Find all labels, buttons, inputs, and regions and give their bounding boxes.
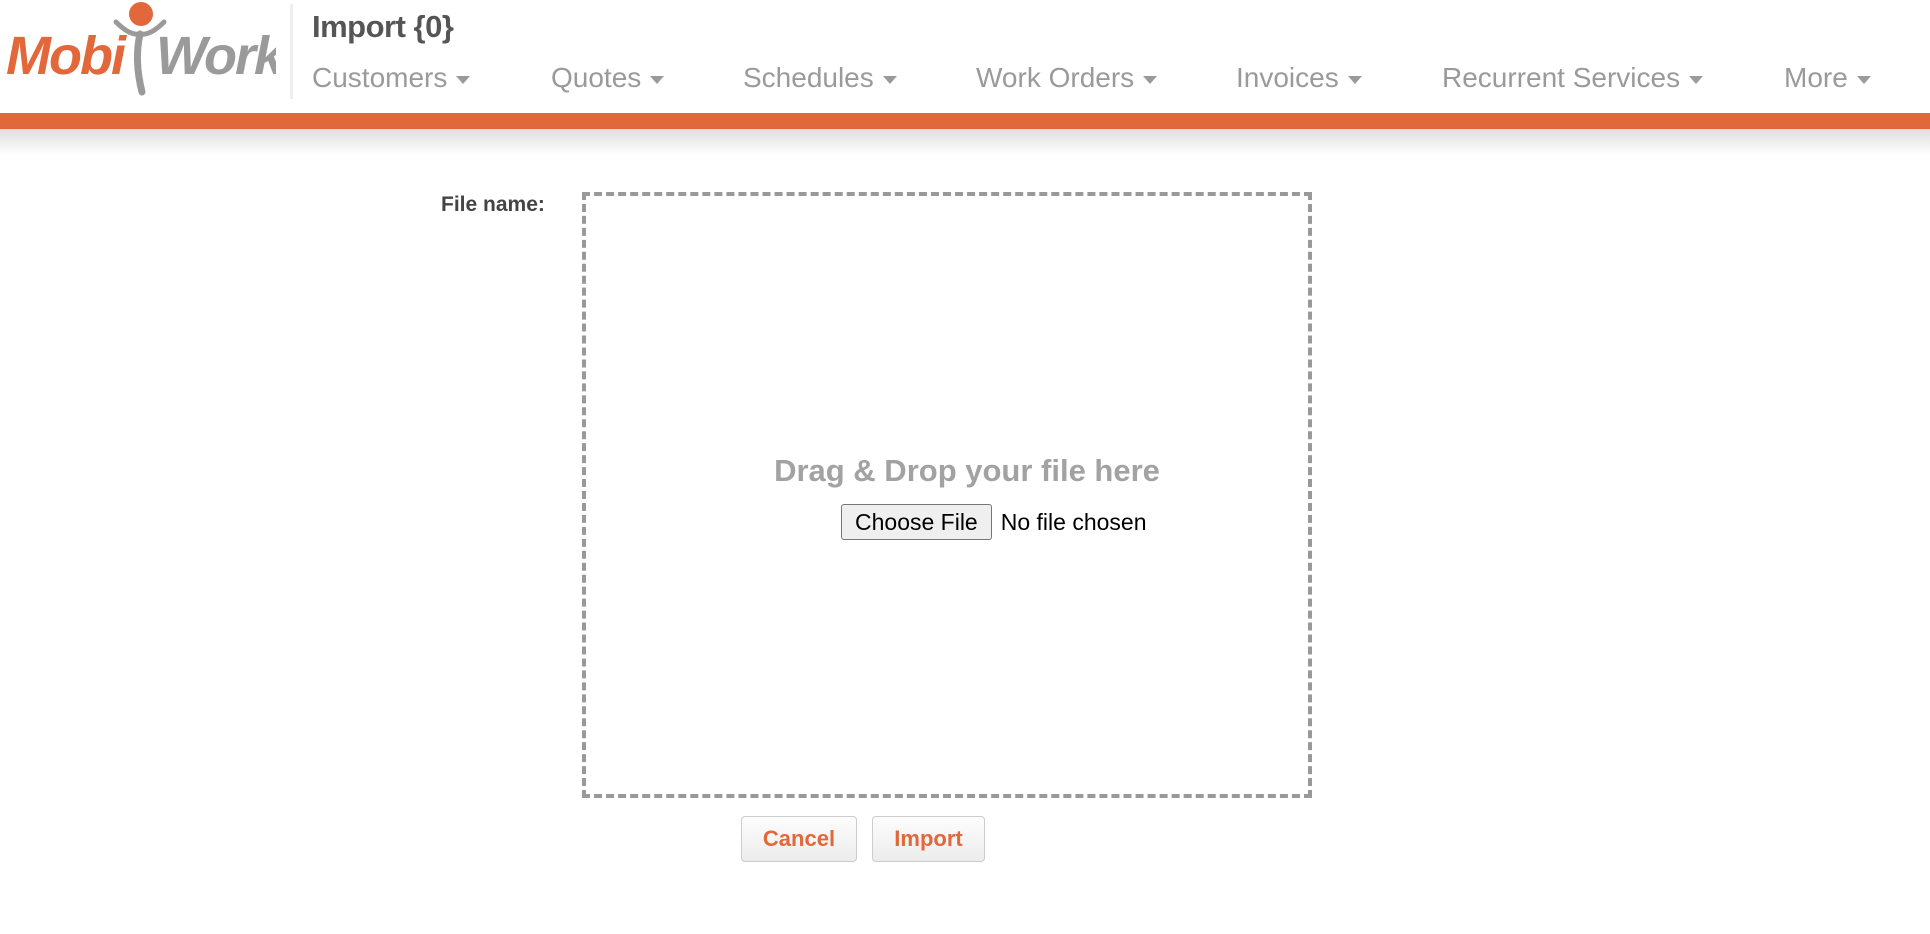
nav-item-label: More <box>1784 62 1848 93</box>
page-title: Import {0} <box>312 9 454 44</box>
caret-down-icon <box>1689 76 1704 84</box>
nav-item-schedules[interactable]: Schedules <box>743 62 897 94</box>
caret-down-icon <box>1856 76 1871 84</box>
file-dropzone[interactable]: Drag & Drop your file here Choose File N… <box>582 192 1312 798</box>
dropzone-hint: Drag & Drop your file here <box>774 453 1160 488</box>
caret-down-icon <box>1143 76 1158 84</box>
nav-item-invoices[interactable]: Invoices <box>1236 62 1362 94</box>
file-input[interactable]: Choose File No file chosen <box>841 504 1146 540</box>
nav-item-label: Work Orders <box>976 62 1135 93</box>
app-header: Mobi Work Import {0} Customers Quotes Sc… <box>0 0 1930 113</box>
nav-item-label: Customers <box>312 62 448 93</box>
header-divider <box>290 4 293 99</box>
nav-item-label: Quotes <box>551 62 642 93</box>
file-name-label: File name: <box>441 193 545 216</box>
nav-item-label: Invoices <box>1236 62 1339 93</box>
choose-file-button[interactable]: Choose File <box>841 504 992 540</box>
svg-text:Mobi: Mobi <box>6 26 127 86</box>
main-nav: Customers Quotes Schedules Work Orders I… <box>312 62 1922 98</box>
import-button[interactable]: Import <box>872 816 985 862</box>
caret-down-icon <box>650 76 665 84</box>
cancel-button[interactable]: Cancel <box>741 816 857 862</box>
nav-item-more[interactable]: More <box>1784 62 1871 94</box>
file-status-text: No file chosen <box>1000 508 1147 535</box>
nav-item-label: Recurrent Services <box>1442 62 1681 93</box>
caret-down-icon <box>882 76 897 84</box>
caret-down-icon <box>1347 76 1362 84</box>
nav-item-work-orders[interactable]: Work Orders <box>976 62 1158 94</box>
header-accent-bar <box>0 113 1930 129</box>
header-shadow <box>0 129 1930 155</box>
mobiwork-logo[interactable]: Mobi Work <box>4 0 276 100</box>
nav-item-quotes[interactable]: Quotes <box>551 62 665 94</box>
svg-text:Work: Work <box>156 26 276 86</box>
caret-down-icon <box>456 76 471 84</box>
nav-item-customers[interactable]: Customers <box>312 62 471 94</box>
nav-item-recurrent-services[interactable]: Recurrent Services <box>1442 62 1704 94</box>
nav-item-label: Schedules <box>743 62 874 93</box>
